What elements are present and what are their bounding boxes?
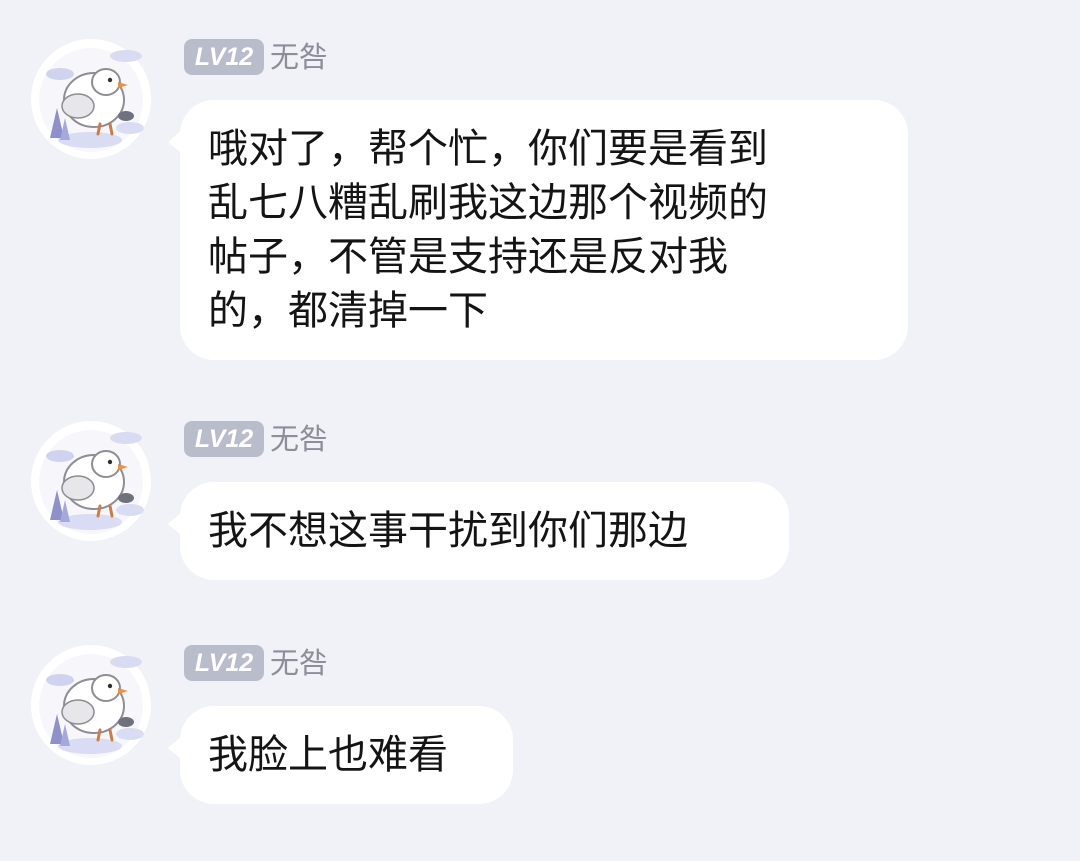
message-bubble[interactable]: 我不想这事干扰到你们那边 <box>168 482 789 580</box>
message-text-line: 乱七八糟乱刷我这边那个视频的 <box>208 180 768 226</box>
bubble-tail <box>168 736 182 760</box>
message-text-line: 的，都清掉一下 <box>208 288 488 334</box>
message-text-line: 我不想这事干扰到你们那边 <box>208 508 688 554</box>
sender-name[interactable]: 无咎 <box>270 38 328 76</box>
message-bubble[interactable]: 我脸上也难看 <box>168 706 513 804</box>
sender-name[interactable]: 无咎 <box>270 420 328 458</box>
bubble-tail <box>168 512 182 536</box>
avatar-icon[interactable] <box>30 644 152 766</box>
sender-name[interactable]: 无咎 <box>270 644 328 682</box>
sender-meta: LV12 无咎 <box>184 644 328 682</box>
message-text-line: 哦对了，帮个忙，你们要是看到 <box>208 126 768 172</box>
avatar-icon[interactable] <box>30 420 152 542</box>
message-text-line: 我脸上也难看 <box>208 732 448 778</box>
level-badge: LV12 <box>184 421 264 457</box>
sender-meta: LV12 无咎 <box>184 38 328 76</box>
level-badge: LV12 <box>184 645 264 681</box>
avatar-icon[interactable] <box>30 38 152 160</box>
sender-meta: LV12 无咎 <box>184 420 328 458</box>
message-text-line: 帖子，不管是支持还是反对我 <box>208 234 728 280</box>
level-badge: LV12 <box>184 39 264 75</box>
message-bubble[interactable]: 哦对了，帮个忙，你们要是看到 乱七八糟乱刷我这边那个视频的 帖子，不管是支持还是… <box>168 100 908 360</box>
bubble-tail <box>168 130 182 154</box>
